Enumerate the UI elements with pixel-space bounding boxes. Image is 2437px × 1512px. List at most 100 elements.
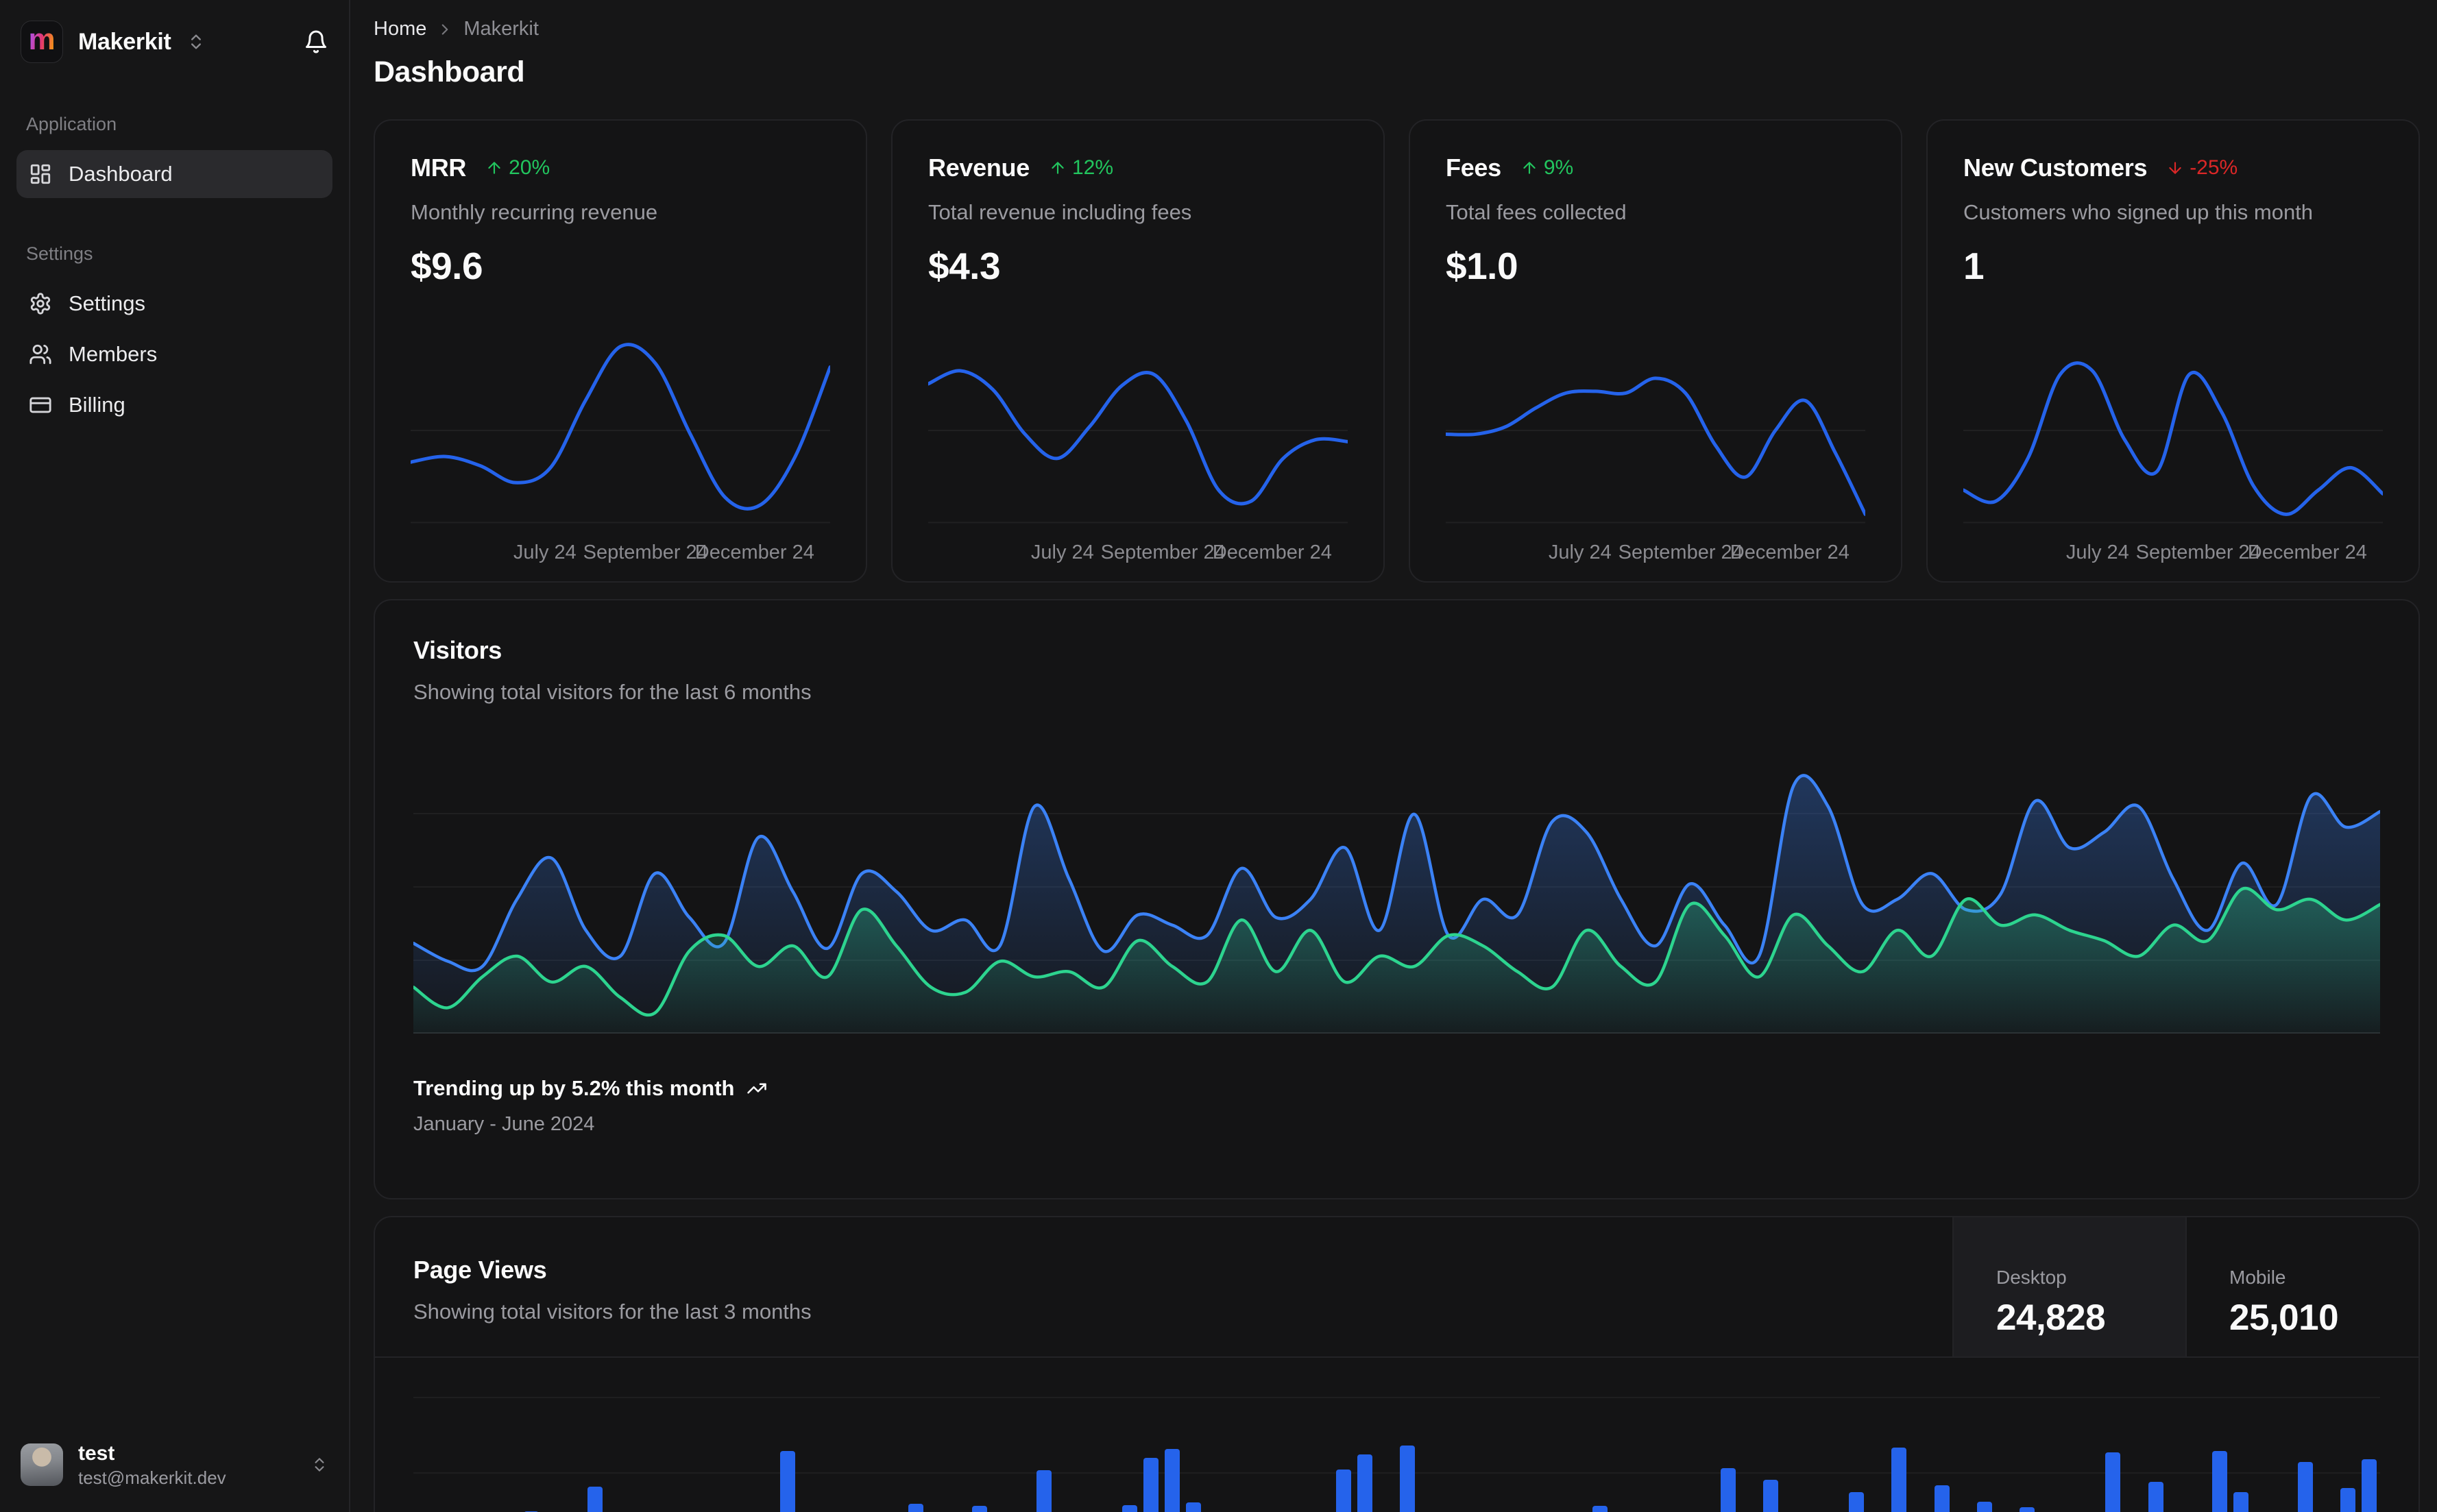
tab-mobile[interactable]: Mobile 25,010 — [2185, 1217, 2418, 1356]
sidebar-section-settings: Settings — [26, 243, 93, 264]
bar — [2340, 1488, 2356, 1512]
stat-value: $9.6 — [411, 245, 483, 287]
bar — [1186, 1502, 1202, 1512]
user-email: test@makerkit.dev — [78, 1467, 226, 1488]
bar — [972, 1506, 988, 1512]
page-views-bar-chart — [413, 1376, 2380, 1512]
user-menu[interactable]: test test@makerkit.dev — [15, 1435, 334, 1494]
arrow-down-icon — [2169, 162, 2181, 174]
trending-up-icon — [747, 1083, 767, 1094]
chevrons-up-down-icon — [191, 34, 201, 49]
main-content: Home Makerkit Dashboard MRR 20% Monthly … — [350, 0, 2437, 1512]
tab-desktop[interactable]: Desktop 24,828 — [1952, 1217, 2185, 1356]
sidebar-item-settings[interactable]: Settings — [16, 280, 332, 328]
sidebar: m Makerkit Application Dashboard Setting… — [0, 0, 350, 1512]
stat-card-fees: Fees 9% Total fees collected $1.0 July 2… — [1409, 119, 1902, 583]
stat-change-badge: 9% — [1520, 156, 1573, 180]
stat-card-new-customers: New Customers -25% Customers who signed … — [1926, 119, 2420, 583]
bar — [1592, 1506, 1608, 1512]
stat-card-mrr: MRR 20% Monthly recurring revenue $9.6 J… — [374, 119, 867, 583]
sidebar-item-billing[interactable]: Billing — [16, 381, 332, 429]
stat-description: Total fees collected — [1446, 200, 1627, 224]
arrow-up-icon — [1523, 162, 1536, 174]
page-views-header: Page Views Showing total visitors for th… — [375, 1217, 2418, 1358]
visitors-area-chart — [413, 740, 2380, 1034]
bar — [1121, 1505, 1137, 1512]
stat-title: New Customers — [1963, 154, 2148, 182]
visitors-trend: Trending up by 5.2% this month — [413, 1076, 2380, 1101]
bar — [1400, 1446, 1416, 1512]
stat-description: Total revenue including fees — [928, 200, 1192, 224]
arrow-up-icon — [1052, 162, 1064, 174]
visitors-date-range: January - June 2024 — [413, 1113, 595, 1135]
users-icon — [29, 344, 51, 365]
sidebar-item-label: Settings — [69, 291, 146, 315]
bar — [1763, 1480, 1779, 1512]
stat-change-badge: -25% — [2166, 156, 2238, 180]
credit-card-icon — [29, 397, 51, 413]
x-axis-labels: July 24 September 24 December 24 — [1030, 541, 1332, 563]
stat-title: Revenue — [928, 154, 1030, 182]
x-axis-labels: July 24 September 24 December 24 — [1548, 541, 1850, 563]
page-title: Dashboard — [374, 56, 525, 88]
bar — [2105, 1452, 2121, 1512]
stat-title: MRR — [411, 154, 467, 182]
stat-value: $4.3 — [928, 245, 1001, 287]
stat-change-badge: 20% — [485, 156, 550, 180]
sidebar-item-dashboard[interactable]: Dashboard — [16, 150, 332, 198]
page-views-title: Page Views — [413, 1256, 547, 1284]
bar — [1848, 1492, 1864, 1512]
sidebar-item-label: Billing — [69, 393, 125, 417]
page-views-tabs: Desktop 24,828 Mobile 25,010 — [1952, 1217, 2418, 1356]
stat-card-revenue: Revenue 12% Total revenue including fees… — [891, 119, 1385, 583]
x-axis-labels: July 24 September 24 December 24 — [513, 541, 814, 563]
sidebar-item-label: Dashboard — [69, 162, 173, 186]
stat-cards-row: MRR 20% Monthly recurring revenue $9.6 J… — [374, 119, 2420, 583]
stat-title: Fees — [1446, 154, 1501, 182]
page-views-subtitle: Showing total visitors for the last 3 mo… — [413, 1300, 812, 1324]
bar — [1977, 1502, 1993, 1512]
notifications-button[interactable] — [304, 29, 328, 54]
bar — [779, 1451, 795, 1512]
bar — [1165, 1449, 1180, 1512]
bar — [2362, 1459, 2377, 1512]
avatar — [21, 1443, 63, 1486]
stat-value: $1.0 — [1446, 245, 1518, 287]
fees-sparkline-chart — [1446, 330, 1865, 531]
user-name: test — [78, 1442, 115, 1465]
makerkit-logo: m — [21, 21, 63, 63]
workspace-name: Makerkit — [78, 28, 171, 55]
sidebar-section-application: Application — [26, 114, 117, 134]
stat-value: 1 — [1963, 245, 1985, 287]
bell-icon — [306, 30, 326, 53]
stat-description: Monthly recurring revenue — [411, 200, 658, 224]
breadcrumb-home[interactable]: Home — [374, 18, 426, 40]
bar — [1891, 1448, 1907, 1512]
arrow-up-icon — [488, 162, 500, 174]
layout-dashboard-icon — [30, 164, 51, 184]
visitors-title: Visitors — [413, 636, 502, 664]
workspace-switcher[interactable]: m Makerkit — [21, 21, 206, 63]
application-nav: Dashboard — [16, 150, 332, 198]
breadcrumb-current: Makerkit — [463, 18, 539, 40]
bar — [2020, 1507, 2035, 1512]
sidebar-item-label: Members — [69, 342, 158, 366]
bar — [2233, 1492, 2249, 1512]
bar — [1143, 1458, 1159, 1512]
bar — [1036, 1470, 1052, 1512]
logo-letter: m — [28, 23, 56, 56]
bar — [1335, 1470, 1351, 1512]
bar — [2212, 1451, 2228, 1512]
stat-change-badge: 12% — [1049, 156, 1113, 180]
bar — [1357, 1454, 1372, 1512]
gear-icon — [30, 293, 51, 315]
page-views-card: Page Views Showing total visitors for th… — [374, 1216, 2420, 1512]
bar — [2297, 1462, 2313, 1512]
bar — [908, 1504, 923, 1512]
sidebar-item-members[interactable]: Members — [16, 330, 332, 378]
sidebar-header: m Makerkit — [16, 21, 332, 63]
revenue-sparkline-chart — [928, 330, 1348, 531]
bar — [1934, 1485, 1950, 1512]
settings-nav: Settings Members Billing — [16, 280, 332, 429]
bar — [2148, 1482, 2163, 1512]
